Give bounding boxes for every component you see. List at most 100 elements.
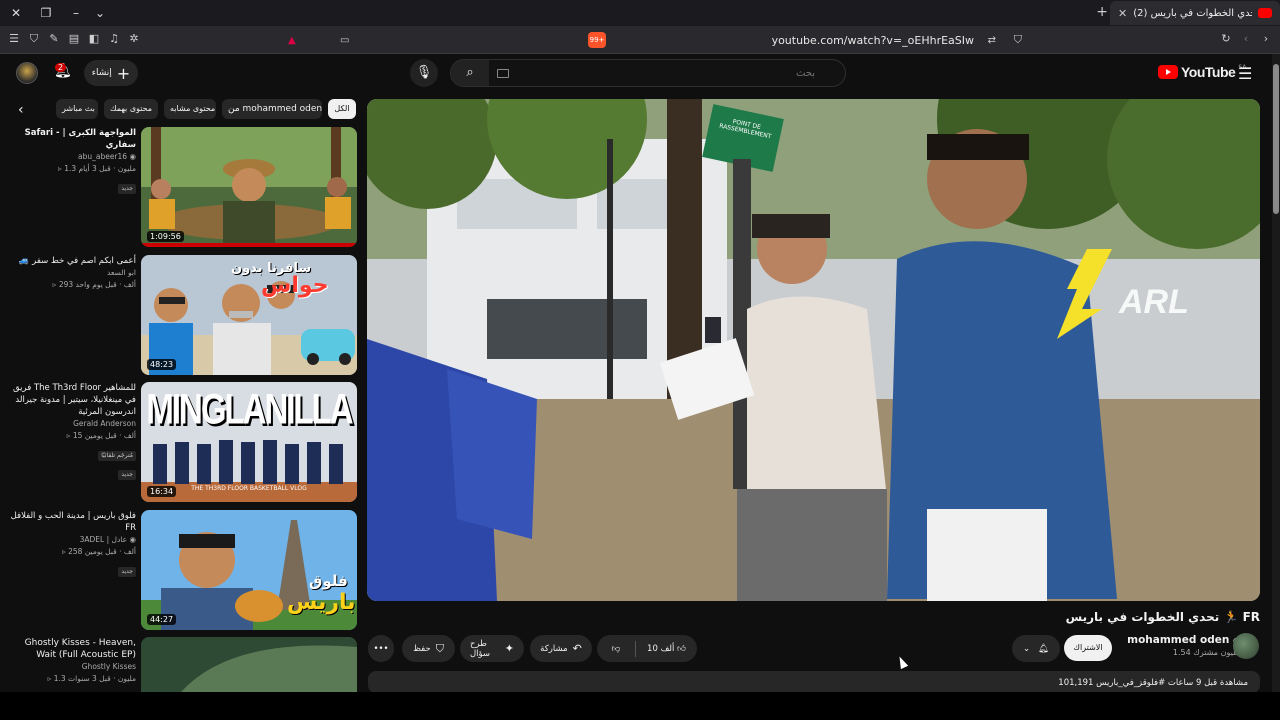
voice-search-mic-icon[interactable]: 🎙︎ <box>410 59 438 87</box>
rec-stats: ▹ 1.3 مليون · قبل 3 أيام <box>58 164 136 173</box>
rec-thumbnail[interactable] <box>141 637 357 692</box>
rec-thumbnail[interactable]: 1:09:56 <box>141 127 357 247</box>
chip-all[interactable]: الكل <box>328 99 356 119</box>
account-avatar[interactable] <box>16 62 38 84</box>
rec-title[interactable]: Ghostly Kisses - Heaven, Wait (Full Acou… <box>6 637 136 661</box>
rec-thumbnail[interactable]: سافرنا بدون حواس 48:23 <box>141 255 357 375</box>
share-label: مشاركة <box>540 643 568 654</box>
like-icon: 👍︎ <box>677 643 686 654</box>
shield-icon[interactable]: ⛉ <box>26 31 42 47</box>
verified-icon: ◉ <box>129 152 136 161</box>
new-tab-icon[interactable]: + <box>1096 4 1108 20</box>
thumbnail-leaf-image <box>141 637 357 692</box>
channel-subscribers: 1.54 مليون مشترك <box>1172 648 1240 657</box>
rec-channel[interactable]: Ghostly Kisses <box>6 661 136 673</box>
ask-button[interactable]: طرح سؤال ✦ <box>460 635 524 662</box>
new-badge: جديد <box>118 470 136 480</box>
rec-title[interactable]: 🚙 أعمى ابكم اصم في خط سفر <box>6 255 136 267</box>
thumb-title-text: MINGLANILLA <box>146 384 353 433</box>
triangle-icon: ▲ <box>288 34 296 46</box>
chip-from-channel[interactable]: من mohammed oden <box>222 99 322 119</box>
rec-thumbnail[interactable]: فلوق باريس 44:27 <box>141 510 357 630</box>
brave-shield-icon[interactable]: 99+ <box>588 32 606 48</box>
rec-meta: فلوق باريس | مدينة الحب و الفلافل FR 3AD… <box>6 510 136 577</box>
rec-channel[interactable]: 3ADEL | عادل ◉ <box>6 534 136 546</box>
rec-title[interactable]: Safari - المواجهة الكبرى | سفاري <box>6 127 136 151</box>
chevron-down-icon: ⌄ <box>1023 643 1031 654</box>
close-window-icon[interactable]: ✕ <box>6 3 26 23</box>
more-icon: ••• <box>373 643 389 654</box>
puzzle-icon[interactable]: ✲ <box>126 31 142 47</box>
thumb-caption-2: حواس <box>261 273 329 298</box>
channel-name[interactable]: mohammed oden ◉ <box>1127 634 1240 646</box>
thumb-caption-1: فلوق <box>309 572 348 590</box>
save-button[interactable]: حفظ ⛉ <box>402 635 455 662</box>
youtube-header: 🔔︎ 2 إنشاء + 🎙︎ ⌕ YouTube SA ☰ <box>0 54 1270 94</box>
rec-stats: ▹ 1.3 مليون · قبل 3 سنوات <box>47 674 136 683</box>
chip-for-you[interactable]: محتوى بهمك <box>104 99 158 119</box>
rec-channel[interactable]: Gerald Anderson <box>6 418 136 430</box>
dislike-icon[interactable]: 👎︎ <box>597 644 635 654</box>
like-button[interactable]: 10 ألف 👍︎ <box>636 644 697 654</box>
chip-live[interactable]: بث مباشر <box>56 99 98 119</box>
search-button[interactable]: ⌕ <box>451 60 489 86</box>
chips-scroll-left-icon[interactable]: ‹ <box>18 102 24 118</box>
rec-meta: Safari - المواجهة الكبرى | سفاري abu_abe… <box>6 127 136 194</box>
rec-channel[interactable]: ابو السعد <box>6 267 136 279</box>
minimize-window-icon[interactable]: – <box>66 3 86 23</box>
youtube-logo[interactable]: YouTube SA <box>1158 64 1246 80</box>
video-title: تحدي الخطوات في باريس 🏃 FR <box>1065 610 1260 624</box>
rec-title[interactable]: فريق The Th3rd Floor للمشاهير في مينغلان… <box>6 382 136 418</box>
close-tab-icon[interactable]: ✕ <box>1118 7 1127 20</box>
auto-translated-badge: مُترجَم تلقائيًا <box>98 451 136 461</box>
thumbnail-safari-image <box>141 127 357 247</box>
rec-title[interactable]: فلوق باريس | مدينة الحب و الفلافل FR <box>6 510 136 534</box>
rec-channel[interactable]: abu_abeer16 ◉ <box>6 151 136 163</box>
video-watermark: ARL <box>1119 283 1189 321</box>
address-bar[interactable]: ▲ 99+ ▭ youtube.com/watch?v=_oEHhrEaSIw … <box>280 30 1030 50</box>
new-badge: جديد <box>118 567 136 577</box>
mouse-cursor-icon <box>895 654 909 670</box>
browser-tab[interactable]: ✕ (2) تحدي الخطوات في باريس 🏃 <box>1110 1 1280 25</box>
url-text[interactable]: youtube.com/watch?v=_oEHhrEaSIw <box>772 34 974 47</box>
extensions-icon[interactable]: ✎ <box>46 31 62 47</box>
menu-icon[interactable]: ☰ <box>6 31 22 47</box>
restore-window-icon[interactable]: ❐ <box>36 3 56 23</box>
like-count: 10 ألف <box>647 643 675 654</box>
scrollbar-thumb[interactable] <box>1273 64 1279 214</box>
video-player[interactable]: ARL POINT DE RASSEMBLEMENT <box>367 99 1260 601</box>
bookmark-icon[interactable]: ⛉ <box>1014 33 1022 47</box>
thumb-caption-2: باريس <box>287 590 356 615</box>
video-frame-image <box>367 99 1260 601</box>
search-box: ⌕ <box>450 59 846 87</box>
duration-badge: 16:34 <box>147 486 177 497</box>
sidebar-icon[interactable]: ◧ <box>86 31 102 47</box>
rec-meta: 🚙 أعمى ابكم اصم في خط سفر ابو السعد ▹ 29… <box>6 255 136 291</box>
more-actions-button[interactable]: ••• <box>368 635 394 662</box>
search-icon: ⌕ <box>466 65 474 80</box>
reload-icon[interactable]: ↻ <box>1218 31 1234 47</box>
notification-settings-button[interactable]: ⌄ 🔔︎ <box>1012 635 1060 662</box>
page-scrollbar[interactable] <box>1272 54 1280 692</box>
description-text: 101,191 مشاهدة قبل 9 ساعات #فلوقز_في_بار… <box>1058 678 1248 688</box>
search-input[interactable] <box>495 63 815 83</box>
subscribe-button[interactable]: الاشتراك <box>1064 635 1112 661</box>
tab-list-chevron-icon[interactable]: ⌄ <box>90 3 110 23</box>
music-icon[interactable]: ♫ <box>106 31 122 47</box>
link-icon[interactable]: ⇄ <box>988 35 996 46</box>
rec-meta: Ghostly Kisses - Heaven, Wait (Full Acou… <box>6 637 136 685</box>
screen-icon[interactable]: ▭ <box>340 35 349 46</box>
channel-avatar[interactable] <box>1233 633 1259 659</box>
description-box[interactable]: 101,191 مشاهدة قبل 9 ساعات #فلوقز_في_بار… <box>368 671 1260 693</box>
duration-badge: 1:09:56 <box>147 231 184 242</box>
guide-menu-icon[interactable]: ☰ <box>1238 64 1252 83</box>
duration-badge: 48:23 <box>147 359 177 370</box>
rec-thumbnail[interactable]: MINGLANILLA THE TH3RD FLOOR BASKETBALL V… <box>141 382 357 502</box>
share-button[interactable]: مشاركة ↶ <box>530 635 592 662</box>
back-icon[interactable]: ‹ <box>1238 31 1254 47</box>
tabs-icon[interactable]: ▤ <box>66 31 82 47</box>
save-label: حفظ <box>413 643 431 654</box>
create-button[interactable]: إنشاء + <box>84 60 138 86</box>
chip-related[interactable]: محتوى مشابه <box>164 99 216 119</box>
forward-icon[interactable]: › <box>1258 31 1274 47</box>
